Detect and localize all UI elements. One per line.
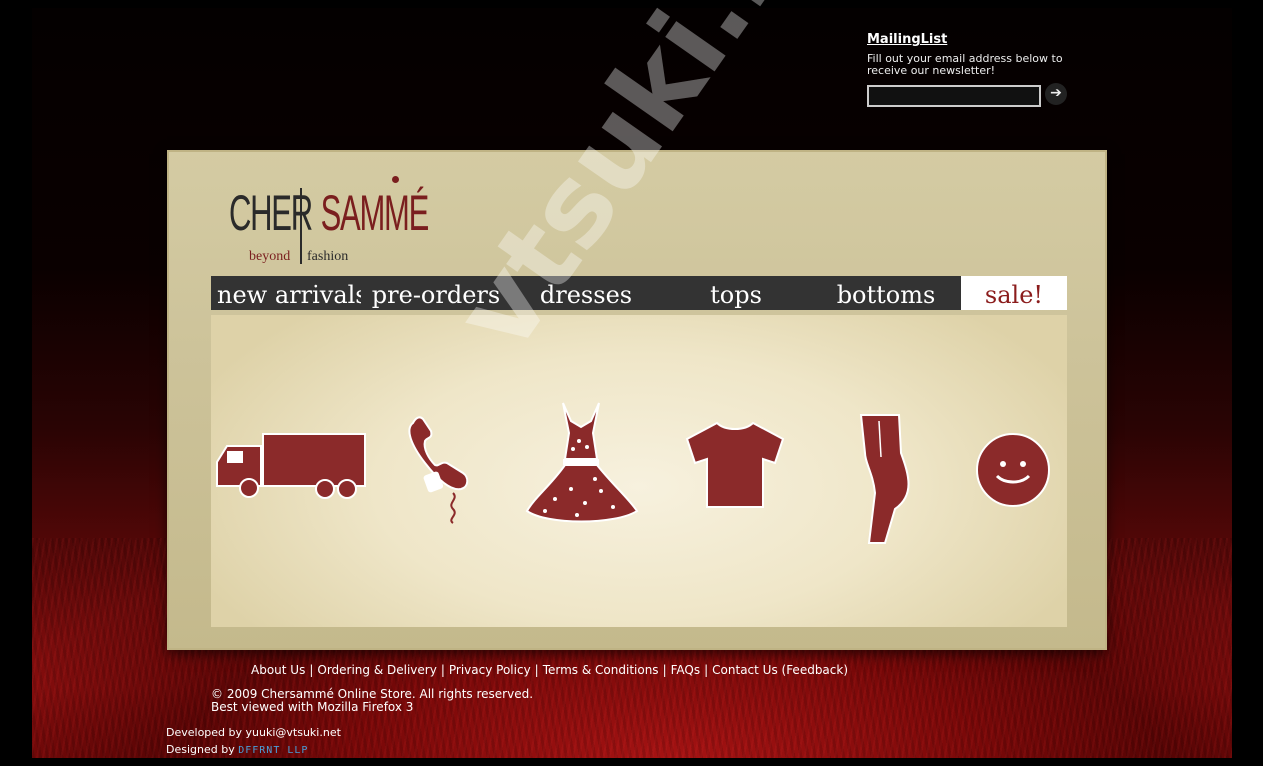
main-nav: new arrivals pre-orders dresses tops bot… (211, 276, 1067, 310)
tshirt-icon[interactable] (683, 419, 787, 509)
dress-icon[interactable] (525, 399, 641, 529)
main-card: CHER SAMMÉ beyond fashion new arrivals pr… (167, 150, 1107, 650)
footer-separator: | (534, 663, 539, 677)
logo-wordmark: CHER SAMMÉ (229, 185, 429, 241)
credits: Developed by yuuki@vtsuki.net Designed b… (166, 724, 341, 759)
content-panel (211, 315, 1067, 627)
smiley-icon[interactable] (975, 432, 1051, 508)
pants-icon[interactable] (855, 413, 917, 547)
developer-credit: Developed by yuuki@vtsuki.net (166, 726, 341, 739)
phone-icon[interactable] (403, 415, 475, 527)
copyright: © 2009 Chersammé Online Store. All right… (211, 688, 533, 714)
footer-separator: | (440, 663, 445, 677)
footer-separator: | (662, 663, 667, 677)
footer-separator: | (309, 663, 314, 677)
mailing-list-title[interactable]: MailingList (867, 32, 1087, 47)
footer-link-terms[interactable]: Terms & Conditions (543, 663, 659, 677)
truck-icon[interactable] (213, 432, 369, 502)
best-viewed-text: Best viewed with Mozilla Firefox 3 (211, 700, 414, 714)
mailing-list-description: Fill out your email address below to rec… (867, 52, 1063, 77)
nav-item-bottoms[interactable]: bottoms (811, 276, 961, 310)
arrow-right-icon[interactable]: ➔ (1045, 83, 1067, 105)
footer-link-ordering[interactable]: Ordering & Delivery (317, 663, 436, 677)
footer-link-privacy[interactable]: Privacy Policy (449, 663, 531, 677)
mailing-form: ➔ (867, 83, 1087, 109)
designer-brand-link[interactable]: DFFRNT LLP (238, 745, 308, 756)
logo-dot (392, 176, 399, 183)
mailing-list: MailingList Fill out your email address … (867, 32, 1087, 109)
nav-item-sale[interactable]: sale! (961, 276, 1067, 310)
footer-link-faqs[interactable]: FAQs (671, 663, 701, 677)
logo-divider (300, 188, 302, 264)
logo-tagline-beyond: beyond (249, 249, 291, 264)
footer-links: About Us | Ordering & Delivery | Privacy Pol… (251, 663, 848, 677)
nav-item-new-arrivals[interactable]: new arrivals (211, 276, 361, 310)
footer-link-about[interactable]: About Us (251, 663, 305, 677)
footer-separator: | (704, 663, 709, 677)
email-field[interactable] (867, 85, 1041, 107)
designer-credit: Designed by DFFRNT LLP (166, 743, 309, 756)
nav-item-tops[interactable]: tops (661, 276, 811, 310)
logo-tagline-fashion: fashion (307, 249, 349, 264)
site-logo[interactable]: CHER SAMMÉ beyond fashion (229, 172, 429, 272)
nav-item-dresses[interactable]: dresses (511, 276, 661, 310)
nav-item-pre-orders[interactable]: pre-orders (361, 276, 511, 310)
footer-link-contact[interactable]: Contact Us (Feedback) (712, 663, 848, 677)
